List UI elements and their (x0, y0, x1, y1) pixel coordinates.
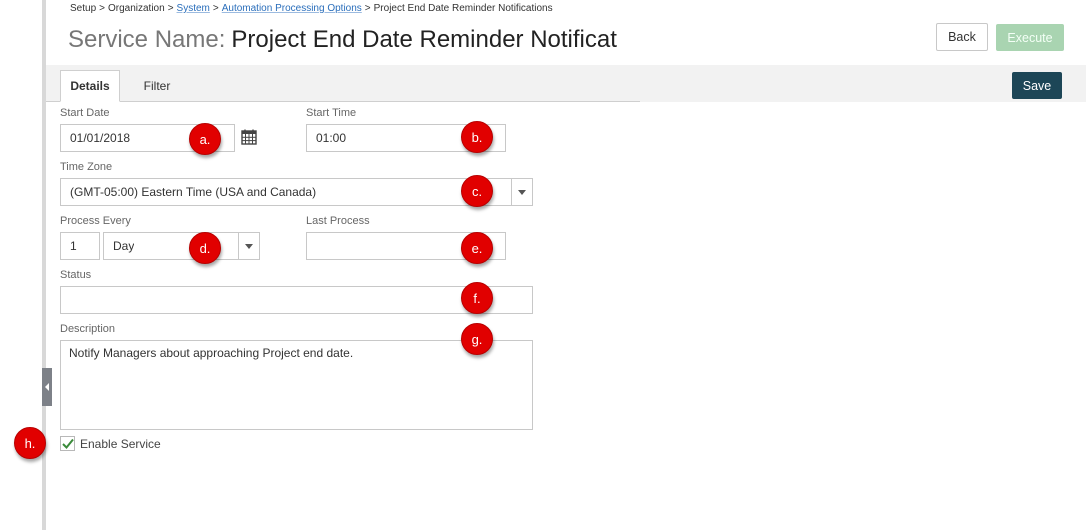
chevron-left-icon (45, 383, 49, 391)
breadcrumb-separator: > (364, 3, 371, 14)
status-label: Status (60, 269, 92, 281)
breadcrumb-current: Project End Date Reminder Notifications (373, 3, 553, 14)
chevron-down-icon[interactable] (238, 233, 259, 259)
start-date-label: Start Date (60, 107, 110, 119)
calendar-icon[interactable] (241, 129, 257, 145)
annotation-marker-g: g. (461, 323, 493, 355)
annotation-marker-c: c. (461, 175, 493, 207)
page-title-label: Service Name: (68, 26, 226, 53)
annotation-marker-e: e. (461, 232, 493, 264)
start-time-label: Start Time (306, 107, 357, 119)
last-process-label: Last Process (306, 215, 370, 227)
time-zone-label: Time Zone (60, 161, 113, 173)
tab-bar (46, 65, 1086, 102)
annotation-marker-a: a. (189, 123, 221, 155)
time-zone-value: (GMT-05:00) Eastern Time (USA and Canada… (70, 185, 317, 199)
process-every-unit-select[interactable]: Day (103, 232, 260, 260)
breadcrumb-system-link[interactable]: System (177, 3, 210, 14)
description-label: Description (60, 323, 116, 335)
breadcrumb-setup: Setup (70, 3, 97, 14)
process-every-label: Process Every (60, 215, 131, 227)
process-every-number-value: 1 (70, 239, 77, 253)
page-title-value: Project End Date Reminder Notificat (231, 26, 617, 53)
back-button[interactable]: Back (936, 23, 988, 51)
start-time-value: 01:00 (316, 131, 347, 145)
breadcrumb: Setup > Organization > System > Automation Pro… (70, 3, 553, 14)
page-title: Service Name: Project End Date Reminder N… (68, 26, 658, 54)
annotation-marker-h: h. (14, 427, 46, 459)
save-button[interactable]: Save (1012, 72, 1062, 99)
breadcrumb-automation-link[interactable]: Automation Processing Options (222, 3, 362, 14)
checkmark-icon (61, 438, 74, 449)
breadcrumb-separator: > (167, 3, 174, 14)
breadcrumb-separator: > (99, 3, 105, 14)
enable-service-label: Enable Service (80, 437, 161, 451)
enable-service-checkbox[interactable] (60, 436, 75, 451)
sidebar-collapse-handle[interactable] (42, 368, 52, 406)
annotation-marker-f: f. (461, 282, 493, 314)
breadcrumb-organization: Organization (107, 3, 165, 14)
process-every-number-field[interactable]: 1 (60, 232, 100, 260)
chevron-down-icon[interactable] (511, 179, 532, 205)
process-every-unit-value: Day (113, 239, 135, 253)
breadcrumb-separator: > (212, 3, 219, 14)
tab-filter[interactable]: Filter (134, 70, 180, 102)
annotation-marker-d: d. (189, 232, 221, 264)
annotation-marker-b: b. (461, 121, 493, 153)
tab-details[interactable]: Details (60, 70, 120, 102)
description-textarea[interactable]: Notify Managers about approaching Projec… (60, 340, 533, 430)
start-date-value: 01/01/2018 (70, 131, 131, 145)
execute-button[interactable]: Execute (996, 24, 1064, 51)
